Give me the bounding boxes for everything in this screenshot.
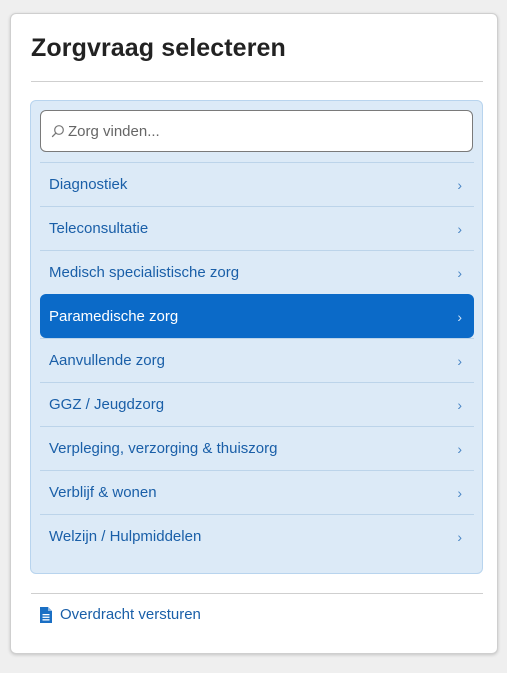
category-item[interactable]: Paramedische zorg ›: [40, 294, 474, 338]
chevron-right-icon: ›: [457, 176, 462, 193]
category-item[interactable]: GGZ / Jeugdzorg ›: [40, 382, 474, 426]
search-icon: [51, 124, 65, 138]
search-placeholder: Zorg vinden...: [68, 122, 160, 140]
page-title: Zorgvraag selecteren: [31, 34, 286, 62]
category-item[interactable]: Verpleging, verzorging & thuiszorg ›: [40, 426, 474, 470]
chevron-right-icon: ›: [457, 352, 462, 369]
category-label: Teleconsultatie: [49, 220, 149, 237]
footer-divider: [31, 593, 483, 594]
chevron-right-icon: ›: [457, 528, 462, 545]
send-handover-link[interactable]: Overdracht versturen: [39, 606, 201, 623]
send-handover-label: Overdracht versturen: [60, 606, 201, 623]
chevron-right-icon: ›: [457, 308, 462, 325]
category-item[interactable]: Diagnostiek ›: [40, 162, 474, 206]
care-request-card: Zorgvraag selecteren Zorg vinden... Diag…: [10, 13, 498, 654]
category-label: Welzijn / Hulpmiddelen: [49, 528, 202, 545]
category-label: Medisch specialistische zorg: [49, 264, 240, 281]
category-item[interactable]: Welzijn / Hulpmiddelen ›: [40, 514, 474, 558]
chevron-right-icon: ›: [457, 484, 462, 501]
chevron-right-icon: ›: [457, 396, 462, 413]
category-label: Verblijf & wonen: [49, 484, 157, 501]
category-item[interactable]: Aanvullende zorg ›: [40, 338, 474, 382]
search-input[interactable]: Zorg vinden...: [40, 110, 473, 152]
category-item[interactable]: Teleconsultatie ›: [40, 206, 474, 250]
chevron-right-icon: ›: [457, 440, 462, 457]
title-divider: [31, 81, 483, 82]
chevron-right-icon: ›: [457, 264, 462, 281]
category-item[interactable]: Medisch specialistische zorg ›: [40, 250, 474, 294]
document-icon: [39, 606, 53, 623]
category-panel: Zorg vinden... Diagnostiek › Teleconsultat…: [30, 100, 483, 574]
category-label: Aanvullende zorg: [49, 352, 165, 369]
category-label: Verpleging, verzorging & thuiszorg: [49, 440, 278, 457]
chevron-right-icon: ›: [457, 220, 462, 237]
category-label: Paramedische zorg: [49, 308, 179, 325]
category-label: GGZ / Jeugdzorg: [49, 396, 165, 413]
category-list: Diagnostiek › Teleconsultatie › Medisch spec…: [40, 162, 474, 558]
category-item[interactable]: Verblijf & wonen ›: [40, 470, 474, 514]
category-label: Diagnostiek: [49, 176, 128, 193]
